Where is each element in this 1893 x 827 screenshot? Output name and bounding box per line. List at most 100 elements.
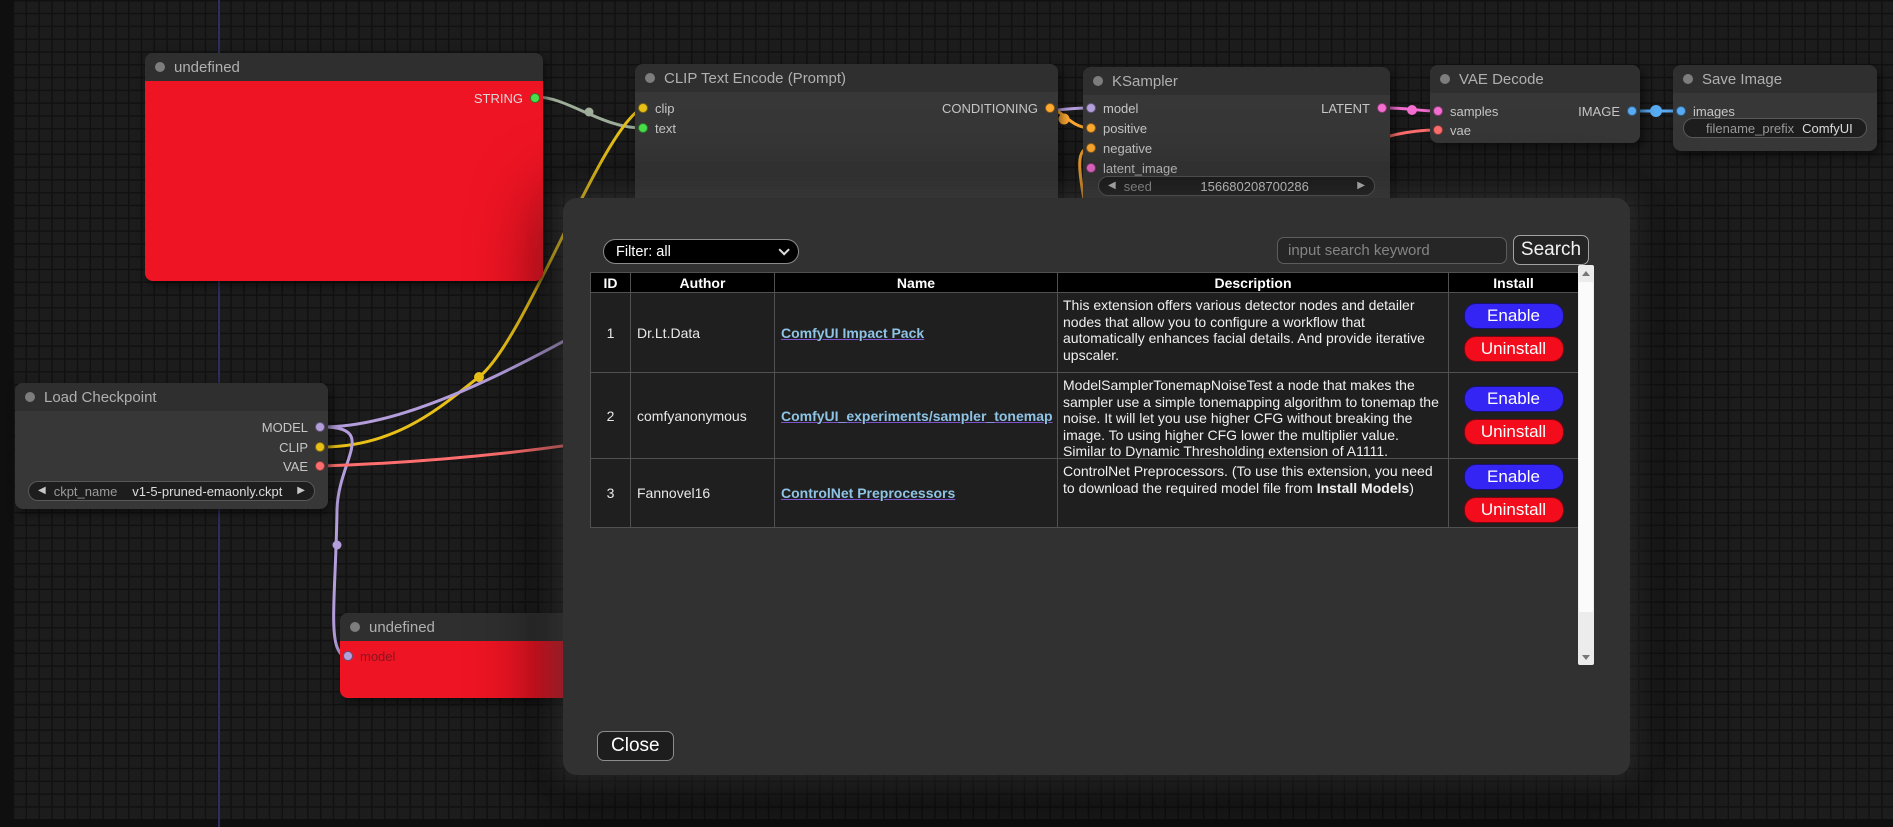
node-undefined-bottom[interactable]: undefined model: [340, 613, 595, 698]
filename-prefix-widget[interactable]: filename_prefix ComfyUI: [1683, 118, 1867, 138]
decrement-arrow-icon[interactable]: ◀: [1108, 181, 1116, 191]
widget-name: ckpt_name: [54, 484, 118, 499]
input-slot-model[interactable]: model: [343, 648, 395, 664]
search-button[interactable]: Search: [1513, 235, 1589, 265]
node-body: model positive negative latent_image LAT…: [1083, 95, 1390, 209]
slot-dot-vae[interactable]: [315, 461, 325, 471]
node-collapse-dot-icon[interactable]: [155, 62, 165, 72]
slot-label: IMAGE: [1578, 104, 1620, 119]
output-slot-vae[interactable]: VAE: [283, 458, 325, 474]
output-slot-conditioning[interactable]: CONDITIONING: [942, 100, 1055, 116]
search-input[interactable]: [1277, 237, 1507, 264]
wire-dot[interactable]: [1059, 114, 1070, 125]
node-collapse-dot-icon[interactable]: [350, 622, 360, 632]
node-collapse-dot-icon[interactable]: [1093, 76, 1103, 86]
extension-link[interactable]: ControlNet Preprocessors: [781, 485, 955, 501]
extension-link[interactable]: ComfyUI Impact Pack: [781, 325, 924, 341]
node-title-bar[interactable]: undefined: [145, 53, 543, 81]
close-button[interactable]: Close: [597, 731, 674, 761]
output-slot-image[interactable]: IMAGE: [1578, 103, 1637, 119]
input-slot-clip[interactable]: clip: [638, 100, 675, 116]
cell-author: Fannovel16: [631, 458, 775, 527]
wire-dot[interactable]: [1407, 105, 1417, 115]
node-title-bar[interactable]: Save Image: [1673, 65, 1877, 93]
slot-dot-conditioning[interactable]: [1045, 103, 1055, 113]
output-slot-model[interactable]: MODEL: [262, 419, 325, 435]
node-undefined-top[interactable]: undefined STRING: [145, 53, 543, 281]
node-title-bar[interactable]: CLIP Text Encode (Prompt): [635, 64, 1058, 92]
node-collapse-dot-icon[interactable]: [25, 392, 35, 402]
input-slot-positive[interactable]: positive: [1086, 120, 1147, 136]
wire-dot[interactable]: [1650, 105, 1662, 117]
filter-select-label: Filter: all: [616, 244, 671, 260]
input-slot-samples[interactable]: samples: [1433, 103, 1498, 119]
slot-label: MODEL: [262, 420, 308, 435]
wire-dot[interactable]: [333, 541, 342, 550]
slot-dot-samples[interactable]: [1433, 106, 1443, 116]
slot-dot-clip[interactable]: [638, 103, 648, 113]
wire-dot[interactable]: [585, 108, 594, 117]
node-title: VAE Decode: [1459, 71, 1544, 88]
node-title-bar[interactable]: Load Checkpoint: [15, 383, 328, 411]
enable-button[interactable]: Enable: [1464, 303, 1564, 329]
scrollbar[interactable]: [1578, 265, 1594, 665]
slot-dot-clip[interactable]: [315, 442, 325, 452]
column-header-name: Name: [775, 272, 1058, 292]
slot-dot-string[interactable]: [530, 93, 540, 103]
node-vae-decode[interactable]: VAE Decode samples vae IMAGE: [1430, 65, 1640, 143]
node-title: CLIP Text Encode (Prompt): [664, 70, 846, 87]
widget-value: ComfyUI: [1802, 121, 1853, 136]
node-clip-text-encode[interactable]: CLIP Text Encode (Prompt) clip text COND…: [635, 64, 1058, 209]
uninstall-button[interactable]: Uninstall: [1464, 419, 1564, 445]
slot-dot-model[interactable]: [1086, 103, 1096, 113]
scrollbar-thumb[interactable]: [1579, 282, 1593, 612]
extension-link[interactable]: ComfyUI_experiments/sampler_tonemap: [781, 408, 1053, 424]
node-title-bar[interactable]: undefined: [340, 613, 595, 641]
slot-dot-text[interactable]: [638, 123, 648, 133]
scroll-up-icon[interactable]: [1578, 265, 1594, 281]
node-collapse-dot-icon[interactable]: [1440, 74, 1450, 84]
slot-dot-images[interactable]: [1676, 106, 1686, 116]
slot-dot-latent[interactable]: [1377, 103, 1387, 113]
node-title: Load Checkpoint: [44, 389, 157, 406]
node-ksampler[interactable]: KSampler model positive negative latent_…: [1083, 67, 1390, 209]
output-slot-string[interactable]: STRING: [474, 90, 540, 106]
input-slot-latent-image[interactable]: latent_image: [1086, 160, 1177, 176]
slot-dot-model[interactable]: [315, 422, 325, 432]
slot-dot-vae[interactable]: [1433, 125, 1443, 135]
scroll-down-icon[interactable]: [1578, 649, 1594, 665]
slot-dot-model[interactable]: [343, 651, 353, 661]
node-body: clip text CONDITIONING: [635, 92, 1058, 209]
slot-dot-image[interactable]: [1627, 106, 1637, 116]
increment-arrow-icon[interactable]: ▶: [1357, 181, 1365, 191]
enable-button[interactable]: Enable: [1464, 386, 1564, 412]
uninstall-button[interactable]: Uninstall: [1464, 497, 1564, 523]
node-title-bar[interactable]: VAE Decode: [1430, 65, 1640, 93]
input-slot-images[interactable]: images: [1676, 103, 1735, 119]
column-header-description: Description: [1058, 272, 1449, 292]
node-save-image[interactable]: Save Image images filename_prefix ComfyU…: [1673, 65, 1877, 151]
input-slot-negative[interactable]: negative: [1086, 140, 1152, 156]
slot-dot-latent-image[interactable]: [1086, 163, 1096, 173]
filter-select[interactable]: Filter: all: [603, 239, 799, 264]
output-slot-clip[interactable]: CLIP: [279, 439, 325, 455]
input-slot-vae[interactable]: vae: [1433, 122, 1471, 138]
enable-button[interactable]: Enable: [1464, 464, 1564, 490]
graph-canvas[interactable]: undefined STRING CLIP Text Encode (Promp…: [0, 0, 1893, 827]
node-body: MODEL CLIP VAE ◀ ckpt_name v1-5-pruned-e…: [15, 411, 328, 509]
uninstall-button[interactable]: Uninstall: [1464, 336, 1564, 362]
increment-arrow-icon[interactable]: ▶: [297, 486, 305, 496]
node-load-checkpoint[interactable]: Load Checkpoint MODEL CLIP VAE ◀ ckpt_na…: [15, 383, 328, 509]
node-collapse-dot-icon[interactable]: [645, 73, 655, 83]
slot-dot-positive[interactable]: [1086, 123, 1096, 133]
input-slot-text[interactable]: text: [638, 120, 676, 136]
slot-dot-negative[interactable]: [1086, 143, 1096, 153]
node-collapse-dot-icon[interactable]: [1683, 74, 1693, 84]
ckpt-name-widget[interactable]: ◀ ckpt_name v1-5-pruned-emaonly.ckpt ▶: [28, 481, 315, 501]
seed-widget[interactable]: ◀ seed 156680208700286 ▶: [1098, 176, 1375, 196]
widget-name: filename_prefix: [1706, 121, 1794, 136]
decrement-arrow-icon[interactable]: ◀: [38, 486, 46, 496]
output-slot-latent[interactable]: LATENT: [1321, 100, 1387, 116]
node-title-bar[interactable]: KSampler: [1083, 67, 1390, 95]
input-slot-model[interactable]: model: [1086, 100, 1138, 116]
